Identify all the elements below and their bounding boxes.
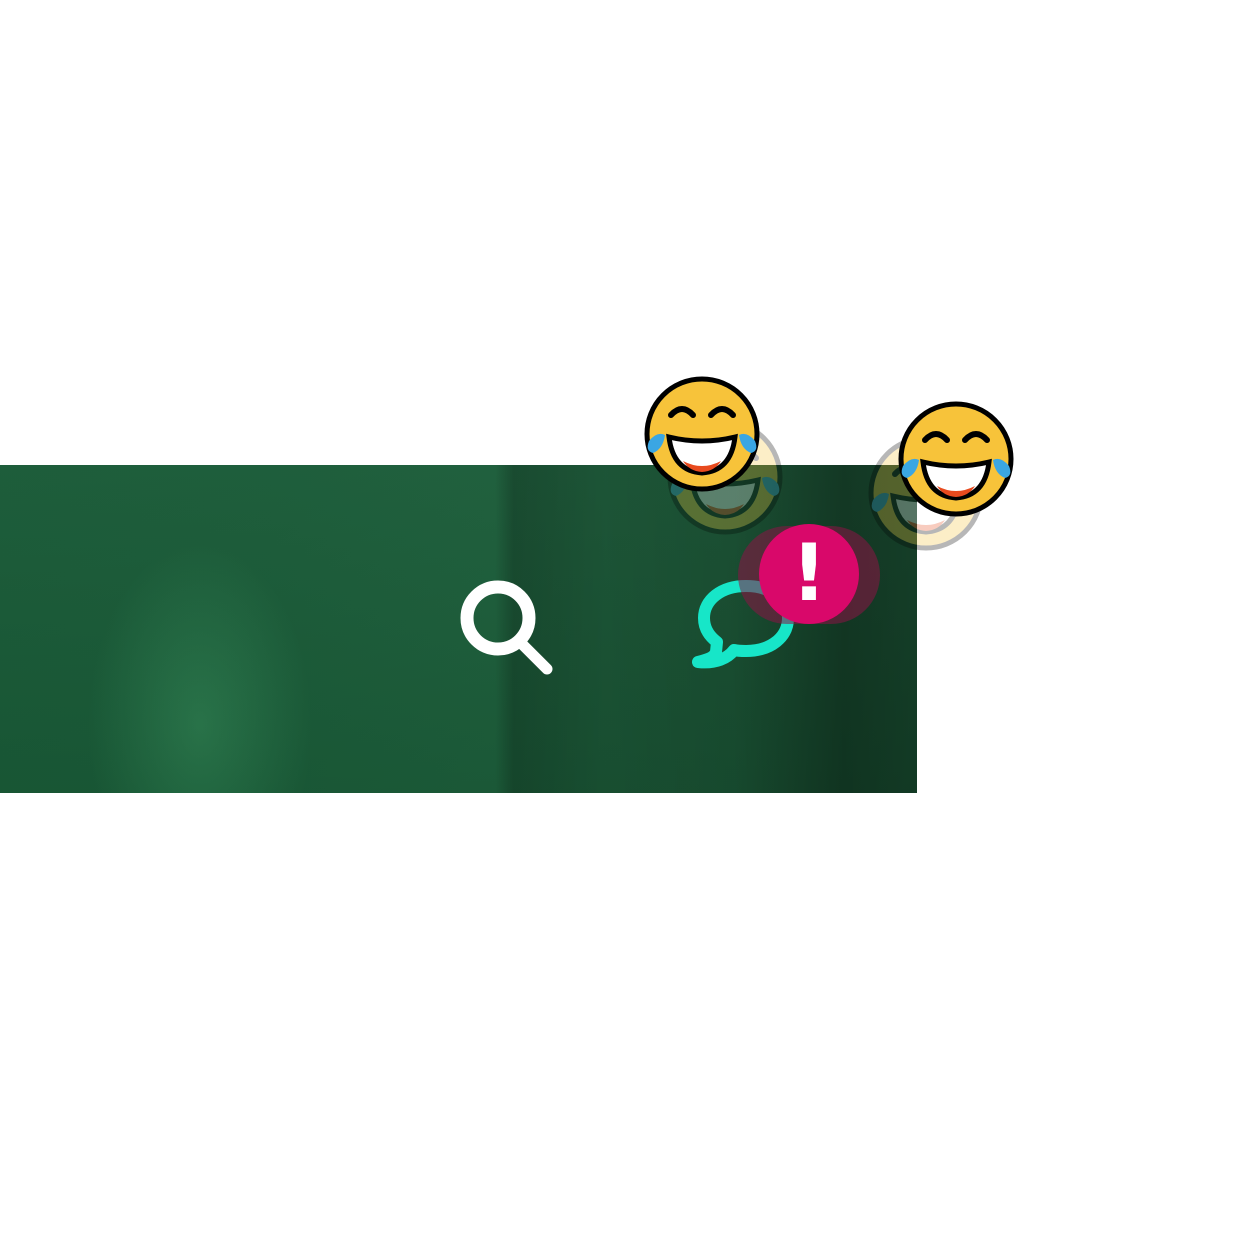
screen: !	[0, 0, 1250, 1250]
face-with-tears-of-joy-icon	[898, 401, 1014, 517]
search-icon	[460, 580, 553, 675]
search-button[interactable]	[452, 576, 562, 686]
exclamation-icon: !	[759, 524, 859, 624]
alert-badge: !	[738, 524, 888, 628]
face-with-tears-of-joy-icon	[644, 376, 760, 492]
